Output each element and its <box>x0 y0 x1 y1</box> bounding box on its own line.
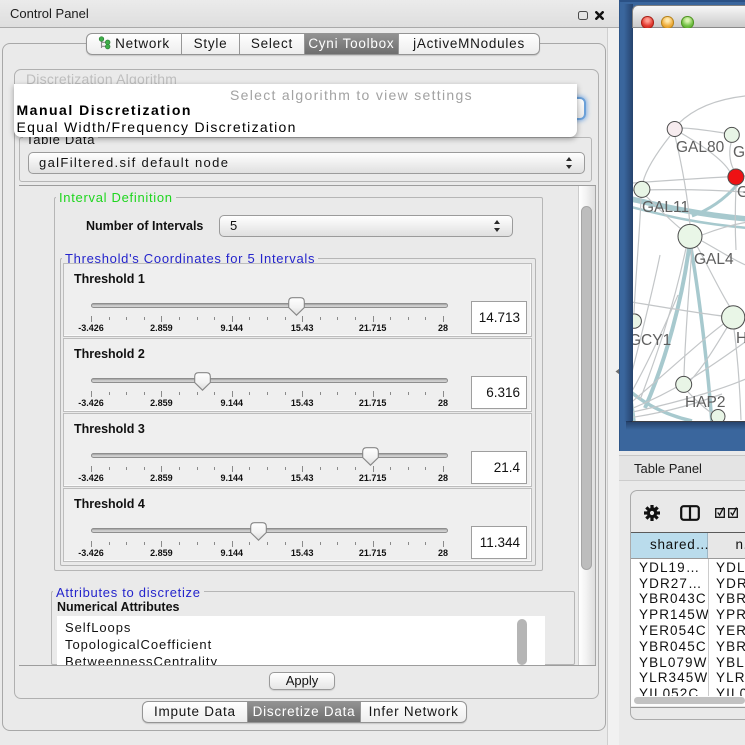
svg-text:GCY1: GCY1 <box>633 332 671 349</box>
svg-text:GA: GA <box>733 144 745 161</box>
svg-text:GAL80: GAL80 <box>676 139 725 156</box>
svg-text:HAP2: HAP2 <box>685 394 726 411</box>
svg-text:G: G <box>737 184 745 201</box>
svg-text:H: H <box>736 330 745 347</box>
svg-text:GAL4: GAL4 <box>694 251 734 268</box>
svg-text:GAL11: GAL11 <box>642 199 689 216</box>
